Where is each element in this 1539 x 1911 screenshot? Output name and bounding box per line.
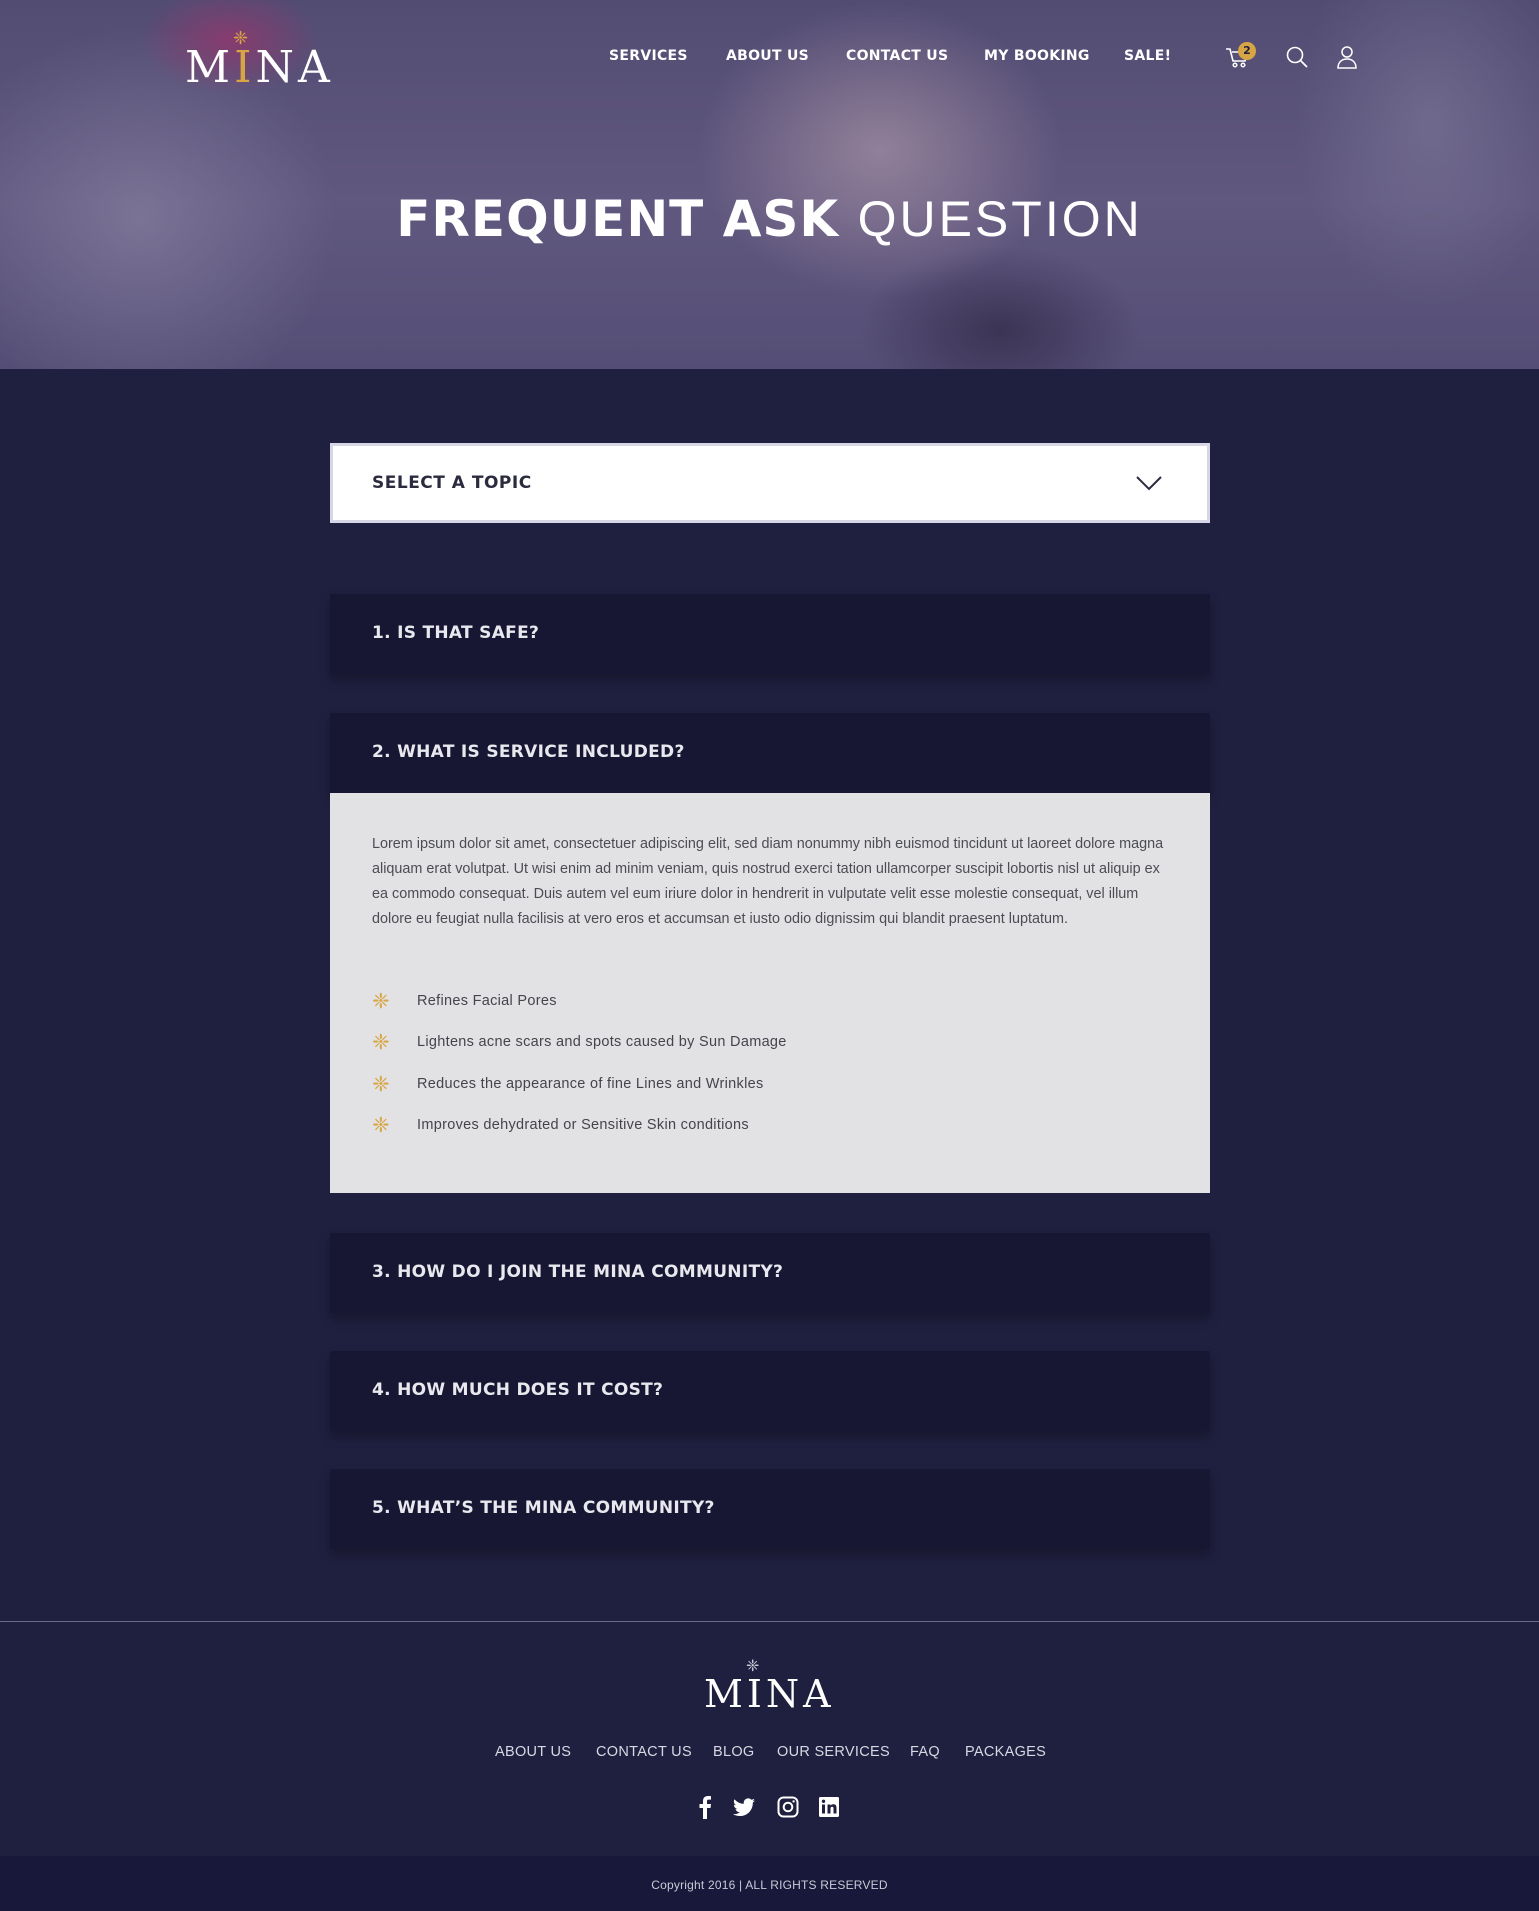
social-links	[0, 1795, 1539, 1821]
page-title: FREQUENT ASK QUESTION	[396, 190, 1143, 248]
faq-question: 5. WHAT’S THE MINA COMMUNITY?	[372, 1498, 715, 1518]
list-item: ❈ Reduces the appearance of fine Lines a…	[372, 1072, 764, 1096]
footer-link-our-services[interactable]: OUR SERVICES	[777, 1744, 890, 1760]
search-icon[interactable]	[1284, 44, 1310, 70]
topic-select[interactable]: SELECT A TOPIC	[330, 443, 1210, 523]
faq-item-4[interactable]: 4. HOW MUCH DOES IT COST?	[330, 1351, 1210, 1431]
copyright-text: Copyright 2016 | ALL RIGHTS RESERVED	[651, 1878, 888, 1892]
copyright-bar: Copyright 2016 | ALL RIGHTS RESERVED	[0, 1856, 1539, 1911]
faq-question: 4. HOW MUCH DOES IT COST?	[372, 1380, 664, 1400]
twitter-icon[interactable]	[732, 1795, 756, 1819]
faq-item-2[interactable]: 2. WHAT IS SERVICE INCLUDED?	[330, 713, 1210, 793]
cart-count-badge: 2	[1238, 42, 1256, 60]
facebook-icon[interactable]	[693, 1795, 717, 1819]
faq-question: 1. IS THAT SAFE?	[372, 623, 540, 643]
flower-bullet-icon: ❈	[372, 989, 390, 1013]
faq-item-5[interactable]: 5. WHAT’S THE MINA COMMUNITY?	[330, 1469, 1210, 1549]
footer-link-contact-us[interactable]: CONTACT US	[596, 1744, 692, 1760]
nav-icons	[0, 44, 1539, 74]
flower-bullet-icon: ❈	[372, 1030, 390, 1054]
footer-nav: ABOUT US CONTACT US BLOG OUR SERVICES FA…	[0, 1744, 1539, 1764]
faq-item-1[interactable]: 1. IS THAT SAFE?	[330, 594, 1210, 674]
faq-question: 2. WHAT IS SERVICE INCLUDED?	[372, 742, 685, 762]
flower-bullet-icon: ❈	[372, 1072, 390, 1096]
faq-answer-panel: Lorem ipsum dolor sit amet, consectetuer…	[330, 793, 1210, 1193]
list-item: ❈ Refines Facial Pores	[372, 989, 557, 1013]
hero-banner: ❈ MINA SERVICES ABOUT US CONTACT US MY B…	[0, 0, 1539, 369]
flower-bullet-icon: ❈	[372, 1113, 390, 1137]
faq-question: 3. HOW DO I JOIN THE MINA COMMUNITY?	[372, 1262, 784, 1282]
user-icon[interactable]	[1334, 44, 1360, 70]
chevron-down-icon	[1136, 476, 1162, 491]
linkedin-icon[interactable]	[817, 1795, 841, 1819]
footer-divider	[0, 1621, 1539, 1622]
faq-answer-text: Lorem ipsum dolor sit amet, consectetuer…	[372, 836, 1164, 927]
list-item: ❈ Improves dehydrated or Sensitive Skin …	[372, 1113, 749, 1137]
list-item: ❈ Lightens acne scars and spots caused b…	[372, 1030, 787, 1054]
topic-select-label: SELECT A TOPIC	[372, 473, 532, 493]
footer-link-blog[interactable]: BLOG	[713, 1744, 755, 1760]
instagram-icon[interactable]	[776, 1795, 800, 1819]
footer-link-about-us[interactable]: ABOUT US	[495, 1744, 571, 1760]
footer-logo[interactable]: ❈ MINA	[700, 1658, 840, 1717]
footer-link-packages[interactable]: PACKAGES	[965, 1744, 1046, 1760]
footer-link-faq[interactable]: FAQ	[910, 1744, 940, 1760]
faq-item-3[interactable]: 3. HOW DO I JOIN THE MINA COMMUNITY?	[330, 1233, 1210, 1313]
footer-logo-wordmark: MINA	[704, 1672, 835, 1716]
